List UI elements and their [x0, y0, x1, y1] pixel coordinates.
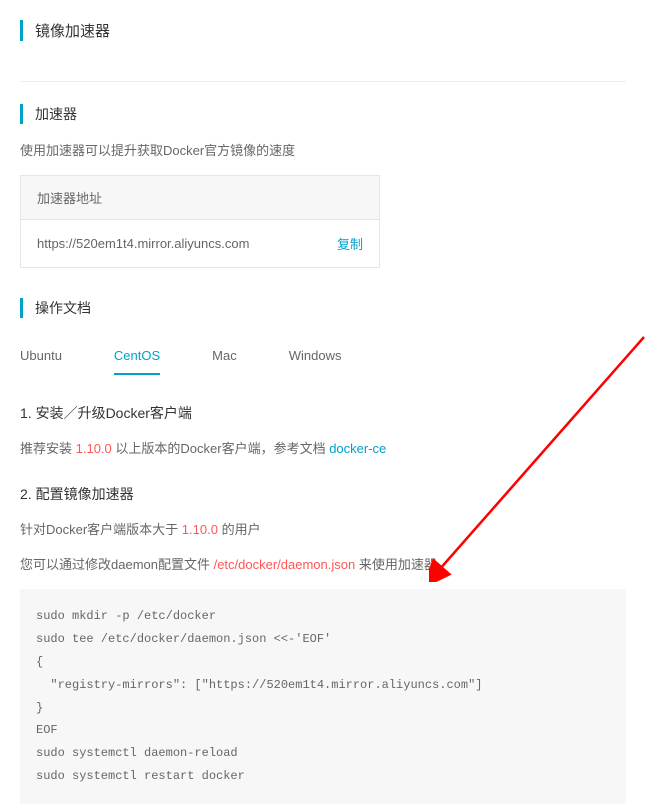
docs-title: 操作文档 — [35, 298, 626, 318]
step1-text-prefix: 推荐安装 — [20, 441, 76, 456]
step2-line1-suffix: 的用户 — [218, 522, 261, 537]
step2-line2: 您可以通过修改daemon配置文件 /etc/docker/daemon.jso… — [20, 555, 626, 576]
code-block: sudo mkdir -p /etc/docker sudo tee /etc/… — [20, 589, 626, 803]
step2-title: 2. 配置镜像加速器 — [20, 484, 626, 504]
accelerator-title: 加速器 — [35, 104, 626, 124]
page-title-bar: 镜像加速器 — [20, 20, 626, 41]
accelerator-title-bar: 加速器 — [20, 104, 626, 124]
mirror-box: 加速器地址 https://520em1t4.mirror.aliyuncs.c… — [20, 175, 380, 268]
tab-ubuntu[interactable]: Ubuntu — [20, 338, 62, 375]
tab-windows[interactable]: Windows — [289, 338, 342, 375]
step2-line2-prefix: 您可以通过修改daemon配置文件 — [20, 557, 214, 572]
divider — [20, 81, 626, 82]
accelerator-desc: 使用加速器可以提升获取Docker官方镜像的速度 — [20, 140, 626, 159]
step2-line1-version: 1.10.0 — [182, 522, 218, 537]
mirror-url: https://520em1t4.mirror.aliyuncs.com — [37, 236, 249, 251]
tab-centos[interactable]: CentOS — [114, 338, 160, 375]
step2-line2-suffix: 来使用加速器 — [355, 557, 437, 572]
page-title: 镜像加速器 — [35, 20, 626, 41]
step2-line2-path: /etc/docker/daemon.json — [214, 557, 356, 572]
docs-title-bar: 操作文档 — [20, 298, 626, 318]
tab-mac[interactable]: Mac — [212, 338, 237, 375]
copy-button[interactable]: 复制 — [337, 234, 363, 253]
step1-title: 1. 安装／升级Docker客户端 — [20, 403, 626, 423]
docker-ce-link[interactable]: docker-ce — [329, 441, 386, 456]
step1-text: 推荐安装 1.10.0 以上版本的Docker客户端，参考文档 docker-c… — [20, 439, 626, 460]
step2-line1-prefix: 针对Docker客户端版本大于 — [20, 522, 182, 537]
mirror-address-label: 加速器地址 — [21, 176, 379, 220]
os-tabs: Ubuntu CentOS Mac Windows — [20, 338, 626, 375]
step1-version: 1.10.0 — [76, 441, 112, 456]
step2-line1: 针对Docker客户端版本大于 1.10.0 的用户 — [20, 520, 626, 541]
step1-text-mid: 以上版本的Docker客户端，参考文档 — [112, 441, 329, 456]
